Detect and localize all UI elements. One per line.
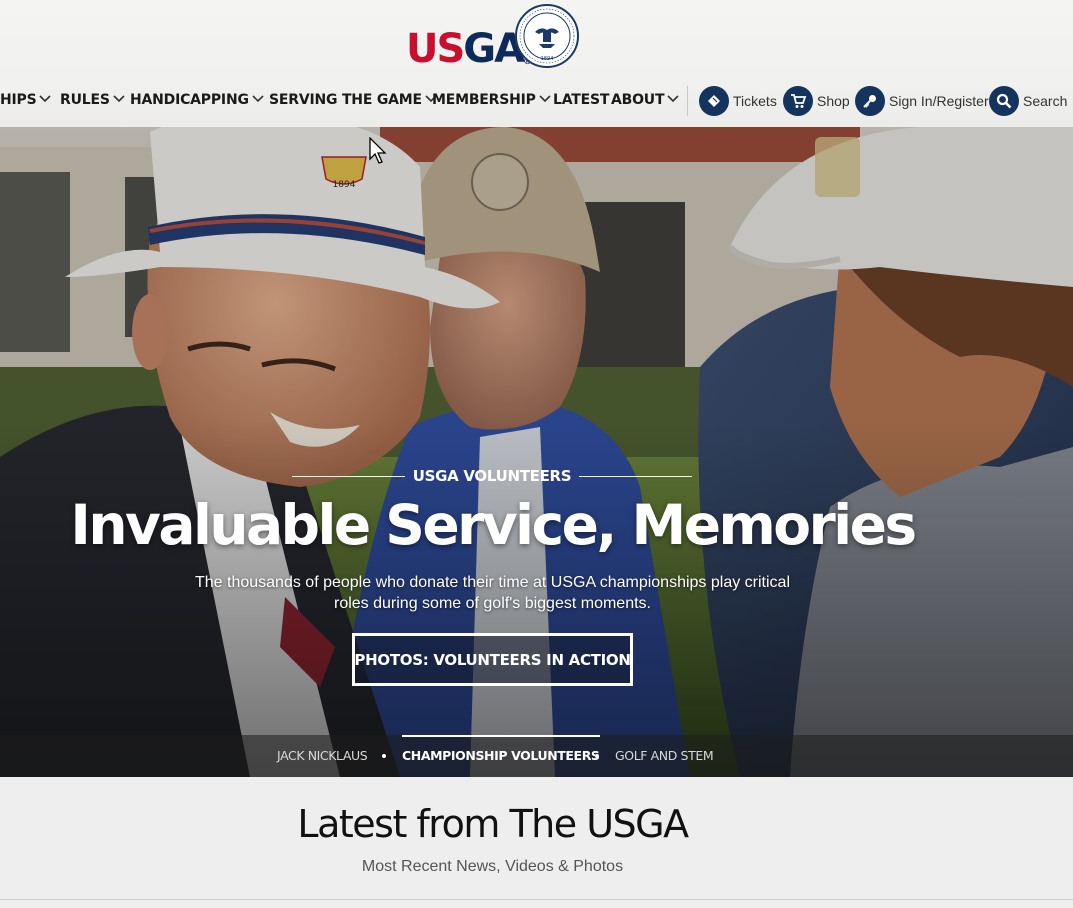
hero-kicker-row: USGA VOLUNTEERS (292, 464, 692, 488)
chevron-down-icon (252, 95, 264, 103)
sign-in-label: Sign In/Register (889, 93, 989, 109)
nav-item-about[interactable]: ABOUT (611, 86, 679, 114)
tickets-label: Tickets (733, 93, 777, 109)
story-separator (382, 754, 386, 758)
hero-banner: 1894 USGA VOLUNTEERS Invaluable Service,… (0, 127, 1073, 777)
sign-in-link[interactable]: Sign In/Register (855, 86, 989, 116)
hero-description: The thousands of people who donate their… (195, 574, 790, 612)
shop-label: Shop (817, 93, 850, 109)
nav-item-rules[interactable]: RULES (60, 86, 125, 114)
chevron-down-icon (539, 95, 551, 103)
kicker-rule-right (579, 475, 692, 477)
usga-seal-icon: 1894 (515, 4, 579, 68)
story-tab-championship-volunteers[interactable]: CHAMPIONSHIP VOLUNTEERS (402, 735, 600, 777)
section-divider (0, 899, 1073, 900)
site-header: USGA® 1894 HIPS RULES HANDICAPPING SERVI… (0, 0, 1073, 127)
hero-headline: Invaluable Service, Memories (70, 493, 917, 557)
main-nav: HIPS RULES HANDICAPPING SERVING THE GAME… (0, 86, 1073, 116)
cart-icon (783, 86, 813, 116)
chevron-down-icon (667, 95, 679, 103)
story-separator (595, 754, 599, 758)
usga-wordmark: USGA® (406, 26, 533, 72)
kicker-rule-left (292, 475, 405, 477)
search-label: Search (1023, 93, 1068, 109)
nav-divider (687, 86, 688, 116)
story-switcher: JACK NICKLAUS CHAMPIONSHIP VOLUNTEERS GO… (0, 735, 1073, 777)
shop-link[interactable]: Shop (783, 86, 850, 116)
nav-item-membership[interactable]: MEMBERSHIP (432, 86, 551, 114)
mouse-cursor-icon (369, 137, 387, 164)
nav-item-latest[interactable]: LATEST (553, 86, 609, 114)
hero-cta-button[interactable]: PHOTOS: VOLUNTEERS IN ACTION (352, 633, 633, 686)
key-icon (855, 86, 885, 116)
tickets-link[interactable]: Tickets (699, 86, 777, 116)
nav-item-serving-the-game[interactable]: SERVING THE GAME (269, 86, 437, 114)
nav-item-championships[interactable]: HIPS (0, 86, 52, 114)
ticket-icon (699, 86, 729, 116)
chevron-down-icon (113, 95, 125, 103)
chevron-down-icon (39, 95, 52, 103)
svg-text:1894: 1894 (541, 56, 554, 62)
hero-kicker: USGA VOLUNTEERS (412, 467, 572, 485)
search-link[interactable]: Search (989, 86, 1067, 116)
latest-section-title: Latest from The USGA (297, 802, 689, 846)
search-icon (989, 86, 1019, 116)
nav-item-handicapping[interactable]: HANDICAPPING (130, 86, 264, 114)
story-tab-jack-nicklaus[interactable]: JACK NICKLAUS (277, 735, 368, 777)
story-tab-golf-and-stem[interactable]: GOLF AND STEM (615, 735, 714, 777)
latest-section-subtitle: Most Recent News, Videos & Photos (361, 858, 624, 875)
